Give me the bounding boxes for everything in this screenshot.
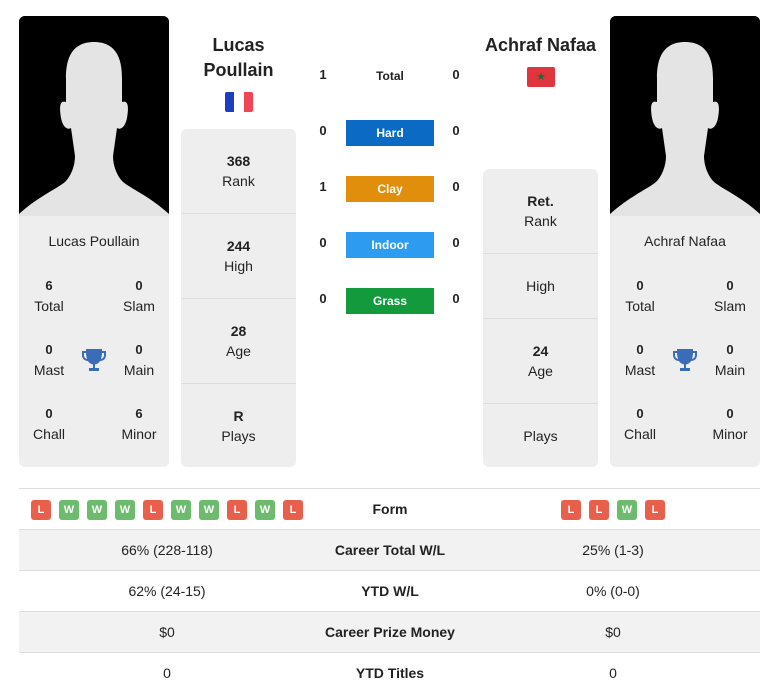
player1-photo bbox=[19, 16, 169, 216]
player2-value: 0% (0-0) bbox=[586, 583, 640, 599]
player1-rank: 368 Rank bbox=[222, 153, 255, 189]
player1-minor-titles: 6 Minor bbox=[121, 406, 157, 442]
player2-form-badge-loss[interactable]: L bbox=[589, 500, 609, 521]
player1-form-badge-loss[interactable]: L bbox=[31, 500, 51, 521]
player1-age: 28 Age bbox=[226, 323, 251, 359]
player1-form-badge-win[interactable]: W bbox=[115, 500, 135, 521]
form-row: LWWWLWWLWL Form LLWL bbox=[19, 488, 760, 529]
player1-form: LWWWLWWLWL bbox=[19, 489, 315, 529]
player1-slam-titles: 0 Slam bbox=[123, 278, 155, 314]
player2-total-titles: 0 Total bbox=[625, 278, 655, 314]
silhouette-icon bbox=[19, 16, 169, 216]
divider bbox=[483, 253, 598, 254]
row-label: Career Prize Money bbox=[325, 624, 455, 640]
divider bbox=[483, 403, 598, 404]
h2h-grass-p2: 0 bbox=[452, 291, 460, 306]
divider bbox=[181, 383, 296, 384]
player2-mast-titles: 0 Mast bbox=[624, 342, 656, 378]
player2-value: 25% (1-3) bbox=[582, 542, 644, 558]
player2-minor-titles: 0 Minor bbox=[712, 406, 748, 442]
player2-stats-column: Ret. Rank High 24 Age Plays bbox=[483, 169, 598, 467]
h2h-grass-p1: 0 bbox=[319, 291, 327, 306]
divider bbox=[181, 213, 296, 214]
trophy-icon bbox=[82, 347, 106, 373]
player1-stats-column: 368 Rank 244 High 28 Age R Plays bbox=[181, 129, 296, 467]
player1-form-badge-win[interactable]: W bbox=[87, 500, 107, 521]
row-label: YTD Titles bbox=[355, 665, 425, 681]
player1-total-titles: 6 Total bbox=[34, 278, 64, 314]
player1-value: $0 bbox=[159, 624, 175, 640]
player2-photo bbox=[610, 16, 760, 216]
player2-rank: Ret. Rank bbox=[524, 193, 557, 229]
player1-name[interactable]: Lucas Poullain bbox=[181, 33, 296, 83]
h2h-indoor-p2: 0 bbox=[452, 235, 460, 250]
surface-hard-badge[interactable]: Hard bbox=[346, 120, 434, 146]
player2-titles-card: Achraf Nafaa 0 Total 0 Slam 0 Mast 0 Main 0C… bbox=[610, 216, 760, 467]
h2h-hard-p1: 0 bbox=[319, 123, 327, 138]
player2-high: High bbox=[526, 278, 555, 294]
player2-value: $0 bbox=[605, 624, 621, 640]
h2h-total-p1: 1 bbox=[319, 67, 327, 82]
player2-slam-titles: 0 Slam bbox=[714, 278, 746, 314]
table-row: $0 Career Prize Money $0 bbox=[19, 611, 760, 652]
divider bbox=[483, 318, 598, 319]
player1-titles-card: Lucas Poullain 6 Total 0 Slam 0 Mast 0 Main … bbox=[19, 216, 169, 467]
h2h-total-label: Total bbox=[376, 69, 404, 83]
player1-form-badge-loss[interactable]: L bbox=[283, 500, 303, 521]
h2h-clay-p1: 1 bbox=[319, 179, 327, 194]
player1-form-badge-win[interactable]: W bbox=[171, 500, 191, 521]
player2-chall-titles: 0 Chall bbox=[624, 406, 656, 442]
player1-form-badge-win[interactable]: W bbox=[59, 500, 79, 521]
form-label: Form bbox=[372, 501, 408, 517]
surface-indoor-badge[interactable]: Indoor bbox=[346, 232, 434, 258]
player1-card-name: Lucas Poullain bbox=[48, 233, 140, 249]
player2-card-name: Achraf Nafaa bbox=[644, 233, 726, 249]
row-label: Career Total W/L bbox=[334, 542, 446, 558]
player2-main-titles: 0 Main bbox=[714, 342, 746, 378]
player2-form-badge-loss[interactable]: L bbox=[561, 500, 581, 521]
france-flag-icon bbox=[225, 92, 253, 112]
divider bbox=[181, 298, 296, 299]
player1-chall-titles: 0 Chall bbox=[33, 406, 65, 442]
table-row: 0 YTD Titles 0 bbox=[19, 652, 760, 693]
player1-value: 62% (24-15) bbox=[128, 583, 206, 599]
player1-main-titles: 0 Main bbox=[123, 342, 155, 378]
player2-form-badge-loss[interactable]: L bbox=[645, 500, 665, 521]
h2h-total-p2: 0 bbox=[452, 67, 460, 82]
player1-value: 0 bbox=[163, 665, 171, 681]
surface-clay-badge[interactable]: Clay bbox=[346, 176, 434, 202]
surface-grass-badge[interactable]: Grass bbox=[346, 288, 434, 314]
player2-name[interactable]: Achraf Nafaa bbox=[478, 33, 603, 58]
player1-form-badge-win[interactable]: W bbox=[255, 500, 275, 521]
row-label: YTD W/L bbox=[361, 583, 419, 599]
h2h-hard-p2: 0 bbox=[452, 123, 460, 138]
player1-mast-titles: 0 Mast bbox=[33, 342, 65, 378]
player1-form-badge-loss[interactable]: L bbox=[143, 500, 163, 521]
table-row: 66% (228-118) Career Total W/L 25% (1-3) bbox=[19, 529, 760, 570]
table-row: 62% (24-15) YTD W/L 0% (0-0) bbox=[19, 570, 760, 611]
h2h-clay-p2: 0 bbox=[452, 179, 460, 194]
player2-age: 24 Age bbox=[528, 343, 553, 379]
player2-plays: Plays bbox=[523, 428, 558, 444]
player1-value: 66% (228-118) bbox=[121, 542, 213, 558]
morocco-flag-icon: ★ bbox=[527, 67, 555, 87]
player2-form-badge-win[interactable]: W bbox=[617, 500, 637, 521]
trophy-icon bbox=[673, 347, 697, 373]
player1-plays: R Plays bbox=[221, 408, 256, 444]
player2-form: LLWL bbox=[465, 489, 761, 529]
h2h-indoor-p1: 0 bbox=[319, 235, 327, 250]
player2-value: 0 bbox=[609, 665, 617, 681]
player1-form-badge-loss[interactable]: L bbox=[227, 500, 247, 521]
player1-high: 244 High bbox=[224, 238, 253, 274]
silhouette-icon bbox=[610, 16, 760, 216]
player1-form-badge-win[interactable]: W bbox=[199, 500, 219, 521]
